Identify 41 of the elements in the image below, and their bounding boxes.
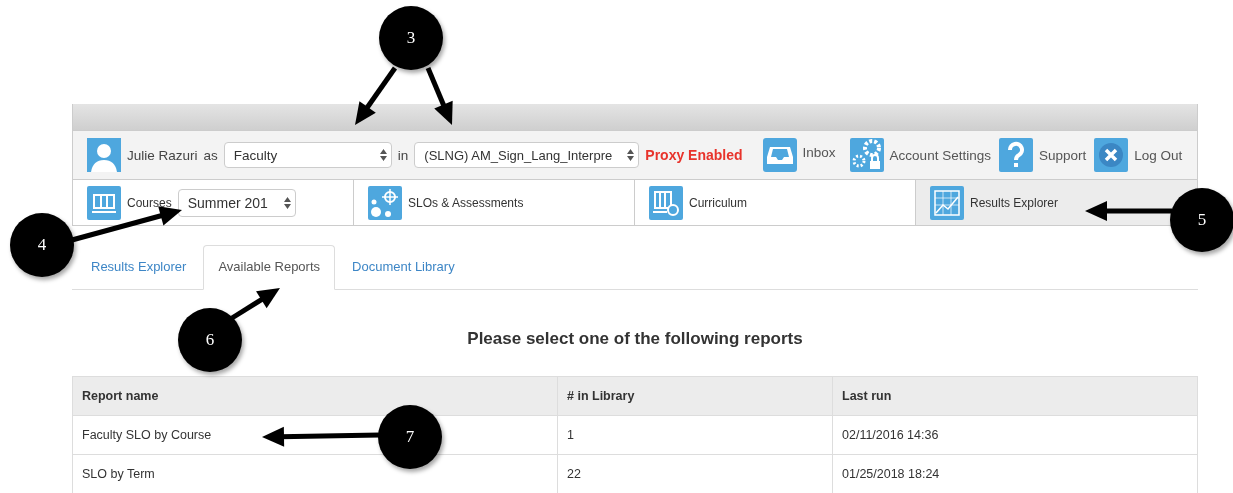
- columns-icon: [87, 185, 121, 220]
- in-label: in: [397, 147, 409, 163]
- table-cell: 02/11/2016 14:36: [832, 415, 1198, 455]
- course-select[interactable]: (SLNG) AM_Sign_Lang_Interpre: [414, 142, 640, 168]
- arrow: [425, 67, 453, 125]
- user-name: Julie Razuri: [127, 147, 198, 163]
- chart-icon: [930, 185, 964, 220]
- table-cell: 1: [557, 415, 833, 455]
- proxy-status: Proxy Enabled: [645, 147, 743, 163]
- target-icon: [368, 185, 402, 220]
- gears-icon[interactable]: [849, 138, 884, 172]
- sub-tab[interactable]: Document Library: [337, 245, 470, 289]
- callout-marker: 6: [178, 308, 242, 372]
- column-header: Report name: [72, 376, 558, 416]
- page-heading: Please select one of the following reports: [467, 328, 803, 350]
- term-select[interactable]: Summer 201: [177, 188, 296, 217]
- inbox-icon[interactable]: [762, 138, 797, 172]
- stepper-icon: [627, 149, 635, 161]
- close-icon[interactable]: [1094, 138, 1129, 172]
- callout-marker: 4: [10, 213, 74, 277]
- document-search-icon: [649, 185, 683, 220]
- toolbar-link[interactable]: Inbox: [802, 145, 836, 160]
- arrow: [230, 288, 280, 321]
- nav-tab[interactable]: Results Explorer: [916, 180, 1197, 225]
- stepper-icon: [379, 149, 387, 161]
- column-header: Last run: [832, 376, 1198, 416]
- callout-marker: 5: [1170, 188, 1233, 252]
- sub-tab[interactable]: Available Reports: [203, 245, 336, 290]
- stepper-icon: [283, 196, 291, 209]
- callout-marker: 7: [378, 405, 442, 469]
- arrow: [355, 66, 398, 125]
- toolbar-link[interactable]: Log Out: [1134, 147, 1183, 163]
- callout-marker: 3: [379, 6, 443, 70]
- toolbar-link[interactable]: Support: [1038, 147, 1087, 163]
- role-select[interactable]: Faculty: [223, 142, 392, 168]
- question-icon[interactable]: [998, 138, 1033, 172]
- toolbar-link[interactable]: Account Settings: [889, 147, 991, 163]
- user-avatar-icon: [87, 138, 121, 172]
- sub-tab[interactable]: Results Explorer: [76, 245, 202, 289]
- as-label: as: [203, 147, 218, 163]
- column-header: # in Library: [557, 376, 833, 416]
